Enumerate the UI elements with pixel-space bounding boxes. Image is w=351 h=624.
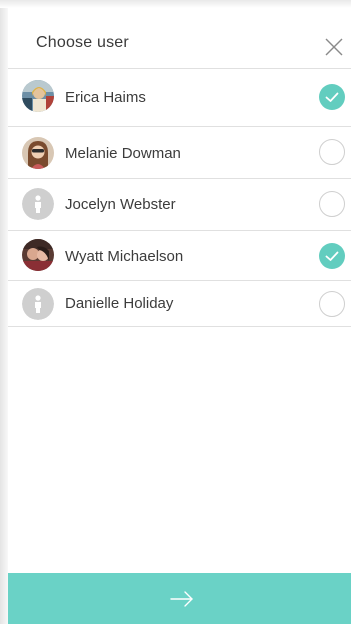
continue-button[interactable] <box>8 573 351 624</box>
selection-checkbox[interactable] <box>319 243 345 269</box>
user-row-erica-haims[interactable]: Erica Haims <box>8 69 351 127</box>
user-row-jocelyn-webster[interactable]: Jocelyn Webster <box>8 179 351 231</box>
page-title: Choose user <box>36 34 129 51</box>
close-button[interactable] <box>323 36 345 58</box>
close-icon <box>325 38 343 56</box>
avatar <box>22 188 54 220</box>
selection-checkbox[interactable] <box>319 191 345 217</box>
avatar <box>22 288 54 320</box>
user-name: Melanie Dowman <box>65 145 181 162</box>
user-name: Danielle Holiday <box>65 295 174 312</box>
avatar <box>22 80 54 112</box>
user-name: Jocelyn Webster <box>65 196 176 213</box>
user-name: Erica Haims <box>65 89 146 106</box>
selection-checkbox[interactable] <box>319 84 345 110</box>
user-row-danielle-holiday[interactable]: Danielle Holiday <box>8 281 351 327</box>
checkmark-icon <box>325 251 339 261</box>
panel-top-shadow <box>0 0 351 8</box>
avatar <box>22 239 54 271</box>
selection-checkbox[interactable] <box>319 139 345 165</box>
avatar <box>22 137 54 169</box>
arrow-right-icon <box>170 591 193 607</box>
user-name: Wyatt Michaelson <box>65 248 184 265</box>
placeholder-person-icon <box>22 188 54 220</box>
user-row-wyatt-michaelson[interactable]: Wyatt Michaelson <box>8 231 351 281</box>
panel-left-shadow <box>0 0 8 624</box>
header: Choose user <box>8 8 351 69</box>
checkmark-icon <box>325 92 339 102</box>
choose-user-screen: Choose user Erica Haims Melanie Dowman J… <box>0 0 351 624</box>
user-list: Erica Haims Melanie Dowman Jocelyn Webst… <box>8 69 351 327</box>
selection-checkbox[interactable] <box>319 291 345 317</box>
placeholder-person-icon <box>22 288 54 320</box>
user-row-melanie-dowman[interactable]: Melanie Dowman <box>8 127 351 179</box>
